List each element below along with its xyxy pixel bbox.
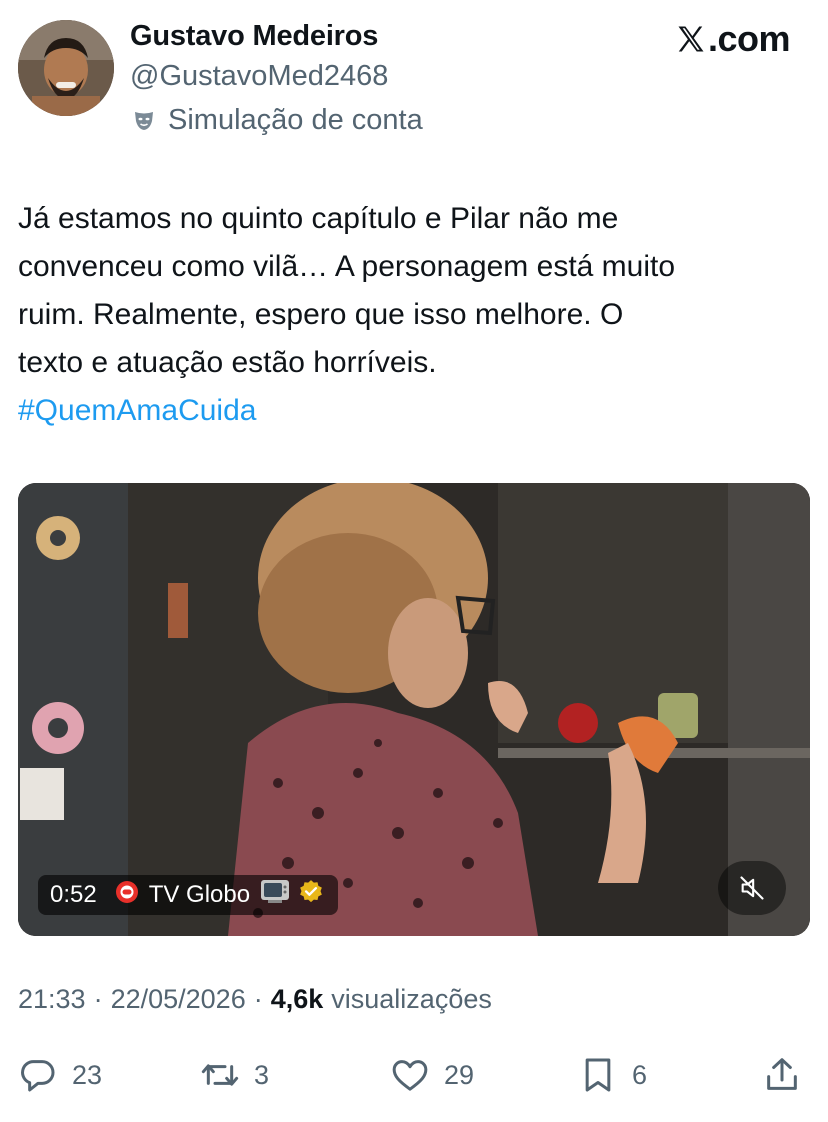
hashtag-link[interactable]: #QuemAmaCuida: [18, 387, 256, 435]
repost-count: 3: [254, 1059, 270, 1090]
like-count: 29: [444, 1059, 475, 1090]
views-label: visualizações: [331, 984, 492, 1014]
meta-separator: ·: [253, 984, 263, 1014]
video-player[interactable]: 0:52 TV Globo: [18, 483, 810, 936]
video-frame: [18, 483, 810, 936]
tweet-time[interactable]: 21:33: [18, 984, 86, 1015]
tweet-text: Já estamos no quinto capítulo e Pilar nã…: [18, 202, 676, 379]
repost-button[interactable]: 3: [200, 1050, 269, 1100]
views-count: 4,6k: [270, 984, 324, 1014]
mute-button[interactable]: [718, 861, 786, 915]
video-badge: 0:52 TV Globo: [38, 875, 339, 915]
share-button[interactable]: [762, 1050, 816, 1100]
video-source: TV Globo: [148, 881, 251, 908]
account-label: Simulação de conta: [132, 102, 423, 138]
bookmark-button[interactable]: 6: [578, 1050, 647, 1100]
globo-icon: [115, 880, 149, 911]
meta-separator: ·: [93, 984, 103, 1014]
mute-icon: [740, 876, 764, 900]
bookmark-count: 6: [632, 1059, 648, 1090]
avatar[interactable]: [18, 20, 114, 116]
tweet-meta: 21:33 · 22/05/2026 · 4,6k visualizações: [18, 984, 492, 1015]
mask-icon: [132, 108, 156, 132]
tweet-header: Gustavo Medeiros @GustavoMed2468 Simulaç…: [0, 0, 828, 150]
share-icon: [767, 1058, 797, 1090]
tv-icon: [260, 879, 298, 912]
x-logo-text: .com: [707, 18, 791, 59]
video-duration: 0:52: [50, 881, 97, 908]
reply-count: 23: [72, 1059, 103, 1090]
like-icon: [392, 1060, 428, 1091]
author-handle[interactable]: @GustavoMed2468: [130, 60, 388, 93]
author-name[interactable]: Gustavo Medeiros: [130, 20, 378, 53]
verified-icon: [298, 879, 324, 912]
like-button[interactable]: 29: [390, 1050, 474, 1100]
tweet-date[interactable]: 22/05/2026: [111, 984, 246, 1015]
x-logo-icon: [678, 26, 704, 52]
reply-icon: [21, 1060, 55, 1092]
account-label-text: Simulação de conta: [168, 103, 423, 136]
action-bar: 23 3 29 6: [0, 1050, 828, 1100]
bookmark-icon: [585, 1058, 611, 1092]
x-logo: .com: [676, 18, 791, 60]
reply-button[interactable]: 23: [18, 1050, 102, 1100]
repost-icon: [201, 1064, 239, 1086]
